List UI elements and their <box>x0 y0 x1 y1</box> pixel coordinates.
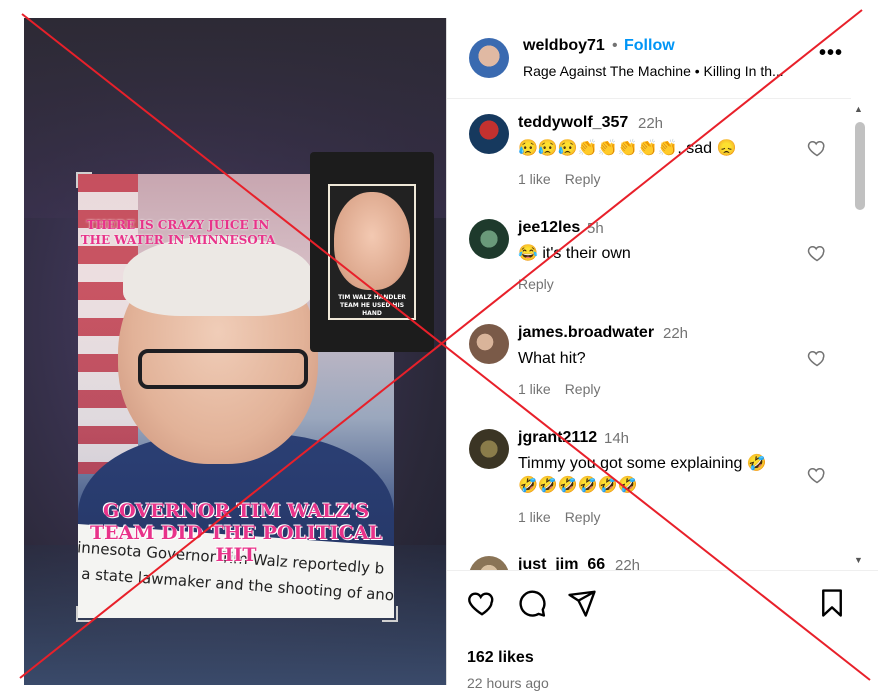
comment-item: james.broadwater 22h What hit? 1 like Rep… <box>447 324 851 409</box>
comment-text: 😂 it's their own <box>518 245 631 262</box>
comment-time: 22h <box>615 557 641 570</box>
glasses-graphic <box>138 349 308 389</box>
share-icon[interactable] <box>567 588 597 618</box>
comments-scrollbar[interactable]: ▲ ▼ <box>851 100 867 570</box>
comment-icon[interactable] <box>517 588 547 618</box>
reply-button[interactable]: Reply <box>518 276 554 292</box>
chevron-up-icon[interactable]: ▲ <box>854 104 863 114</box>
hair-graphic <box>123 236 313 316</box>
comment-username[interactable]: just_jim_66 <box>518 556 605 570</box>
comment-item: jee12les 5h 😂 it's their own Reply <box>447 219 851 304</box>
more-icon[interactable]: ••• <box>819 42 843 65</box>
caption-bottom: GOVERNOR TIM WALZ'S TEAM DID THE POLITIC… <box>90 500 382 566</box>
comment-meta: 1 like Reply <box>518 509 614 525</box>
post-header: weldboy71 • Follow Rage Against The Mach… <box>447 18 851 99</box>
comment-likes[interactable]: 1 like <box>518 381 551 397</box>
author-username[interactable]: weldboy71 <box>523 37 605 55</box>
inset-face <box>334 192 410 290</box>
reply-button[interactable]: Reply <box>565 381 601 397</box>
post-panel: weldboy71 • Follow Rage Against The Mach… <box>446 18 878 691</box>
crop-corner-bl <box>76 606 92 622</box>
comment-meta: 1 like Reply <box>518 381 614 397</box>
comment-username[interactable]: teddywolf_357 <box>518 114 628 132</box>
inset-frame: TIM WALZ HANDLER TEAM HE USED HIS HAND <box>328 184 416 320</box>
follow-button[interactable]: Follow <box>624 37 675 55</box>
comment-likes[interactable]: 1 like <box>518 509 551 525</box>
comment-text: 😥😥😥👏👏👏👏👏, sad 😞 <box>518 140 737 157</box>
crop-corner-br <box>382 606 398 622</box>
comment-username[interactable]: jgrant2112 <box>518 429 597 447</box>
comment-time: 22h <box>638 115 664 132</box>
comment-meta: Reply <box>518 276 568 292</box>
heart-icon[interactable] <box>807 138 827 158</box>
heart-icon[interactable] <box>807 465 827 485</box>
comment-avatar[interactable] <box>469 324 509 364</box>
scrollbar-thumb[interactable] <box>855 122 865 210</box>
comment-avatar[interactable] <box>469 556 509 570</box>
inset-video: TIM WALZ HANDLER TEAM HE USED HIS HAND <box>310 152 434 352</box>
comment-text: Timmy you got some explaining 🤣🤣🤣🤣🤣🤣🤣 <box>518 455 767 494</box>
likes-count[interactable]: 162 likes <box>467 649 534 667</box>
comments-list[interactable]: teddywolf_357 22h 😥😥😥👏👏👏👏👏, sad 😞 1 like… <box>447 100 851 570</box>
comment-avatar[interactable] <box>469 429 509 469</box>
comment-time: 14h <box>604 430 630 447</box>
post-actions: 162 likes 22 hours ago <box>447 570 878 691</box>
post-time[interactable]: 22 hours ago <box>467 675 549 691</box>
author-avatar[interactable] <box>469 38 509 78</box>
heart-icon[interactable] <box>467 588 497 618</box>
comment-time: 5h <box>587 220 604 237</box>
comment-likes[interactable]: 1 like <box>518 171 551 187</box>
comment-avatar[interactable] <box>469 219 509 259</box>
reply-button[interactable]: Reply <box>565 171 601 187</box>
comment-username[interactable]: jee12les <box>518 219 580 237</box>
post-media[interactable]: linnesota Governor Tim Walz reportedly b… <box>24 18 446 685</box>
heart-icon[interactable] <box>807 243 827 263</box>
chevron-down-icon[interactable]: ▼ <box>854 555 863 565</box>
reply-button[interactable]: Reply <box>565 509 601 525</box>
comment-username[interactable]: james.broadwater <box>518 324 654 342</box>
crop-corner-tl <box>76 172 92 188</box>
heart-icon[interactable] <box>807 348 827 368</box>
header-separator: • <box>612 37 618 54</box>
bookmark-icon[interactable] <box>817 588 847 618</box>
comment-item: jgrant2112 14h Timmy you got some explai… <box>447 429 851 539</box>
comment-avatar[interactable] <box>469 114 509 154</box>
caption-top: THERE IS CRAZY JUICE IN THE WATER IN MIN… <box>80 218 276 247</box>
inset-caption: TIM WALZ HANDLER TEAM HE USED HIS HAND <box>338 294 406 317</box>
comment-time: 22h <box>663 325 689 342</box>
comment-text: What hit? <box>518 350 586 367</box>
comment-item: just_jim_66 22h <box>447 556 851 570</box>
comment-item: teddywolf_357 22h 😥😥😥👏👏👏👏👏, sad 😞 1 like… <box>447 114 851 204</box>
comment-meta: 1 like Reply <box>518 171 614 187</box>
audio-track[interactable]: Rage Against The Machine • Killing In th… <box>523 63 784 79</box>
